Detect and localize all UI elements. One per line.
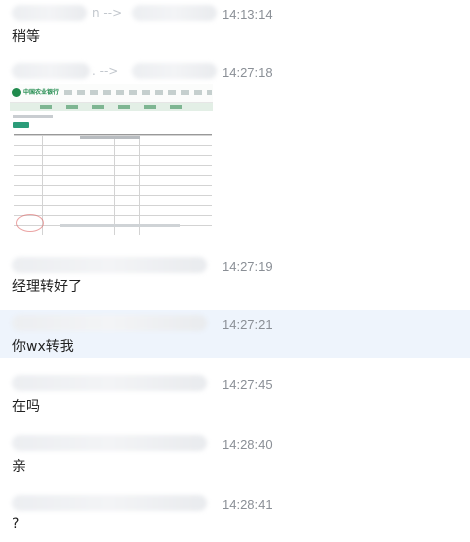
bank-logo-text: 中国农业银行 [23, 89, 60, 96]
receiver-name-redacted [132, 63, 217, 79]
chat-message: 14:28:41 ? [0, 490, 470, 542]
message-text[interactable]: 你wx转我 [12, 336, 74, 356]
message-timestamp: 14:13:14 [222, 7, 273, 22]
message-header: 14:27:19 [12, 255, 470, 275]
message-timestamp: 14:27:45 [222, 377, 273, 392]
message-header: . --> 14:27:18 [12, 61, 470, 81]
chat-message: 14:27:19 经理转好了 [0, 252, 470, 300]
bank-logo-icon [12, 88, 21, 97]
message-text[interactable]: ? [12, 516, 19, 532]
sender-name-redacted [12, 435, 207, 451]
message-timestamp: 14:28:41 [222, 497, 273, 512]
sender-arrow: n --> [92, 6, 123, 20]
receipt-menu-items [40, 105, 190, 109]
message-text[interactable]: 亲 [12, 456, 26, 476]
receipt-breadcrumb [13, 115, 53, 118]
receiver-name-redacted [132, 5, 217, 21]
message-header: n --> 14:13:14 [12, 3, 470, 23]
sender-name-redacted [12, 375, 207, 391]
message-timestamp: 14:27:18 [222, 65, 273, 80]
message-header: 14:27:21 [12, 313, 470, 333]
chat-message: 14:27:45 在吗 [0, 370, 470, 418]
message-text[interactable]: 在吗 [12, 396, 40, 416]
receipt-footer [60, 224, 180, 227]
chat-message-selected[interactable]: 14:27:21 你wx转我 [0, 310, 470, 358]
sender-name-redacted [12, 63, 90, 79]
receipt-nav [64, 90, 212, 95]
sender-name-redacted [12, 5, 87, 21]
receipt-table [14, 134, 212, 235]
receipt-print-button [13, 122, 29, 128]
sender-name-redacted [12, 257, 207, 273]
chat-message: n --> 14:13:14 稍等 [0, 0, 470, 48]
bank-seal-stamp [16, 214, 44, 232]
message-text[interactable]: 经理转好了 [12, 276, 82, 296]
message-header: 14:28:40 [12, 433, 470, 453]
bank-receipt-image[interactable]: 中国农业银行 [10, 84, 213, 236]
sender-name-redacted [12, 495, 207, 511]
receipt-title [80, 136, 140, 139]
message-text[interactable]: 稍等 [12, 26, 40, 46]
sender-name-redacted [12, 315, 207, 331]
message-timestamp: 14:27:19 [222, 259, 273, 274]
chat-message: 14:28:40 亲 [0, 430, 470, 478]
message-header: 14:27:45 [12, 373, 470, 393]
message-timestamp: 14:27:21 [222, 317, 273, 332]
sender-arrow: . --> [92, 64, 119, 78]
message-header: 14:28:41 [12, 493, 470, 513]
message-timestamp: 14:28:40 [222, 437, 273, 452]
